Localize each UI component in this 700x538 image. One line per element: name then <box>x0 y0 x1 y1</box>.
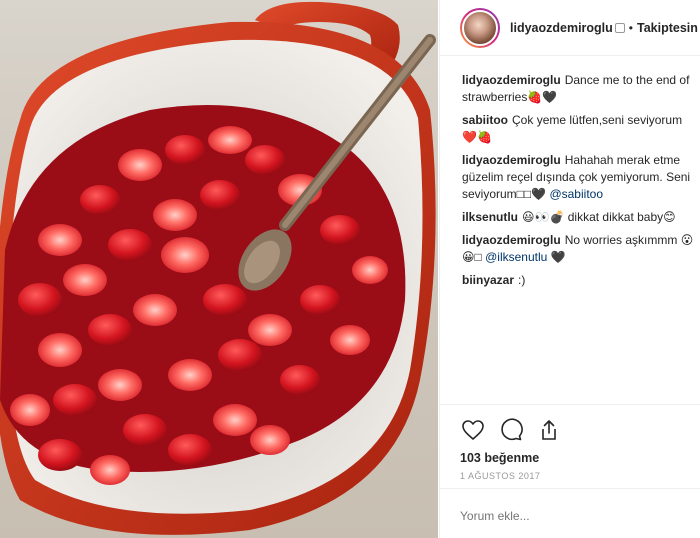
heart-icon[interactable] <box>460 417 486 443</box>
header-username[interactable]: lidyaozdemiroglu <box>510 21 613 35</box>
comment-item: lidyaozdemiroglu Dance me to the end of s… <box>462 72 698 106</box>
comment-username[interactable]: lidyaozdemiroglu <box>462 233 561 247</box>
post-photo[interactable] <box>0 0 438 538</box>
post-header: lidyaozdemiroglu • Takiptesin <box>440 0 700 56</box>
separator-dot: • <box>628 20 633 35</box>
post-panel: lidyaozdemiroglu • Takiptesin lidyaozdem… <box>439 0 700 538</box>
strawberry-pot-image <box>0 1 436 535</box>
actions-area: 103 beğenme 1 AĞUSTOS 2017 <box>440 404 700 481</box>
comment-item: biinyazar:) <box>462 272 698 289</box>
comment-username[interactable]: ilksenutlu <box>462 210 518 224</box>
badge-icon <box>614 22 625 33</box>
comment-item: lidyaozdemiroglu Hahahah merak etme güzel… <box>462 152 698 203</box>
follow-button[interactable]: Takiptesin <box>637 21 698 35</box>
comment-input[interactable] <box>460 509 660 523</box>
comment-item: lidyaozdemiroglu No worries aşkımmm 😮😀□ @… <box>462 232 698 266</box>
likes-count[interactable]: 103 beğenme <box>460 451 681 465</box>
action-icons <box>460 415 681 445</box>
post-date: 1 AĞUSTOS 2017 <box>460 471 541 481</box>
comment-username[interactable]: lidyaozdemiroglu <box>462 73 561 87</box>
comment-username[interactable]: lidyaozdemiroglu <box>462 153 561 167</box>
comment-text: :) <box>518 273 526 287</box>
mention-link[interactable]: @sabiitoo <box>549 187 603 201</box>
mention-link[interactable]: @ilksenutlu <box>485 250 547 264</box>
comment-username[interactable]: biinyazar <box>462 273 514 287</box>
comment-item: ilksenutlu 😃👀💣 dikkat dikkat baby😊 <box>462 209 698 226</box>
comment-item: sabiitoo Çok yeme lütfen,seni seviyorum ❤… <box>462 112 698 146</box>
comment-username[interactable]: sabiitoo <box>462 113 508 127</box>
avatar[interactable] <box>460 7 500 48</box>
comment-box <box>440 488 700 538</box>
comment-icon[interactable] <box>498 417 524 443</box>
comment-suffix: 🖤 <box>547 250 566 264</box>
share-icon[interactable] <box>536 417 562 443</box>
comment-text: 😃👀💣 dikkat dikkat baby😊 <box>522 210 676 224</box>
comment-list: lidyaozdemiroglu Dance me to the end of s… <box>462 72 698 295</box>
